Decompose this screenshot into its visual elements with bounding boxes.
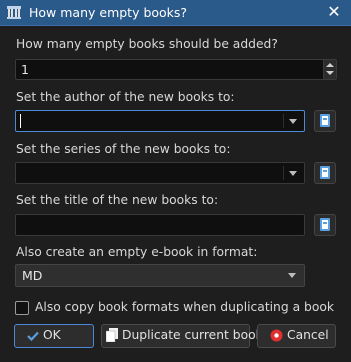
library-icon xyxy=(7,6,21,19)
author-input[interactable] xyxy=(15,110,305,132)
cancel-button[interactable]: Cancel xyxy=(257,324,336,348)
count-spinbox[interactable]: 1 xyxy=(15,59,337,80)
duplicate-button[interactable]: Duplicate current book xyxy=(101,324,263,348)
check-icon xyxy=(27,331,39,341)
title-label: Set the title of the new books to: xyxy=(16,193,219,207)
spin-up-icon[interactable] xyxy=(326,63,334,67)
window-title: How many empty books? xyxy=(29,5,188,20)
count-label: How many empty books should be added? xyxy=(16,37,278,51)
chevron-down-icon[interactable] xyxy=(289,171,297,176)
ok-button[interactable]: OK xyxy=(14,324,94,348)
cancel-label: Cancel xyxy=(287,328,329,342)
ok-label: OK xyxy=(43,328,61,342)
eraser-icon xyxy=(320,218,330,231)
chevron-down-icon[interactable] xyxy=(288,273,296,278)
duplicate-label: Duplicate current book xyxy=(122,328,263,342)
eraser-icon xyxy=(320,114,330,127)
eraser-icon xyxy=(320,166,330,179)
spin-arrows[interactable] xyxy=(323,60,336,79)
stop-icon xyxy=(270,329,283,342)
author-label: Set the author of the new books to: xyxy=(16,90,235,104)
series-input[interactable] xyxy=(15,162,305,184)
clear-title-button[interactable] xyxy=(314,214,336,236)
series-label: Set the series of the new books to: xyxy=(16,142,231,156)
title-input[interactable] xyxy=(15,214,305,236)
clear-series-button[interactable] xyxy=(314,162,336,184)
format-select[interactable]: MD xyxy=(15,264,305,287)
format-value: MD xyxy=(22,268,43,283)
text-caret xyxy=(20,114,21,128)
close-icon[interactable]: ✕ xyxy=(325,3,343,21)
copy-formats-checkbox[interactable] xyxy=(15,301,29,315)
chevron-down-icon[interactable] xyxy=(289,119,297,124)
copy-formats-label[interactable]: Also copy book formats when duplicating … xyxy=(35,300,334,314)
format-label: Also create an empty e-book in format: xyxy=(16,245,258,259)
book-copy-icon xyxy=(106,328,118,342)
clear-author-button[interactable] xyxy=(314,110,336,132)
count-value: 1 xyxy=(21,62,29,77)
spin-down-icon[interactable] xyxy=(326,71,334,75)
title-bar: How many empty books? ✕ xyxy=(0,0,351,26)
